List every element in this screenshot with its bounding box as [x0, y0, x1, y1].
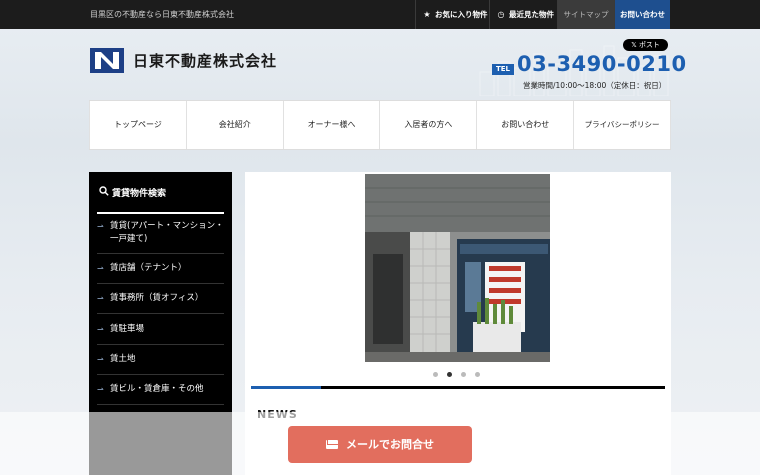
sidebar-item-label: 賃貸(アパート・マンション・一戸建て)	[110, 221, 224, 244]
nav-item-company[interactable]: 会社紹介	[187, 101, 284, 149]
recent-link[interactable]: ◷ 最近見た物件	[489, 0, 557, 29]
carousel-dot[interactable]	[461, 372, 466, 377]
site-tagline: 目黒区の不動産なら日東不動産株式会社	[90, 10, 234, 19]
sidebar-item-label: 賃店舗（テナント）	[110, 263, 187, 273]
nav-item-residents[interactable]: 入居者の方へ	[380, 101, 478, 149]
arrow-icon: ⇀	[97, 294, 104, 303]
top-bar: 目黒区の不動産なら日東不動産株式会社 ★ お気に入り物件 ◷ 最近見た物件 サイトマ…	[0, 0, 760, 29]
tel-label: TEL	[492, 64, 514, 75]
company-logo[interactable]	[90, 48, 124, 73]
sidebar-title: 賃貸物件検索	[99, 186, 166, 199]
sidebar-item-building[interactable]: ⇀ 賃ビル・賃倉庫・その他	[97, 383, 224, 405]
favorites-link[interactable]: ★ お気に入り物件	[415, 0, 489, 29]
mail-button-label: メールでお問合せ	[346, 438, 434, 451]
storefront-photo	[365, 174, 550, 362]
sidebar-item-label: 賃事務所（賃オフィス）	[110, 293, 204, 303]
carousel-dot[interactable]	[433, 372, 438, 377]
sidebar-title-label: 賃貸物件検索	[112, 189, 167, 199]
mail-contact-button[interactable]: メールでお問合せ	[288, 426, 472, 463]
arrow-icon: ⇀	[97, 325, 104, 334]
sidebar-divider	[97, 212, 224, 214]
contact-link[interactable]: お問い合わせ	[614, 0, 670, 29]
nav-item-top[interactable]: トップページ	[89, 101, 187, 149]
business-hours: 営業時間/10:00～18:00（定休日：祝日）	[523, 81, 667, 90]
search-icon	[99, 186, 112, 199]
sidebar-item-label: 賃土地	[110, 354, 136, 364]
arrow-icon: ⇀	[97, 222, 104, 231]
nav-item-owners[interactable]: オーナー様へ	[284, 101, 381, 149]
arrow-icon: ⇀	[97, 355, 104, 364]
sitemap-link[interactable]: サイトマップ	[557, 0, 614, 29]
sidebar-item-parking[interactable]: ⇀ 賃駐車場	[97, 323, 224, 345]
arrow-icon: ⇀	[97, 264, 104, 273]
carousel-dot-active[interactable]	[447, 372, 452, 377]
mail-icon	[326, 439, 339, 449]
arrow-icon: ⇀	[97, 385, 104, 394]
nav-item-contact[interactable]: お問い合わせ	[477, 101, 575, 149]
favorites-label: お気に入り物件	[435, 10, 488, 19]
global-nav: トップページ 会社紹介 オーナー様へ 入居者の方へ お問い合わせ プライバシーポ…	[89, 100, 671, 150]
sidebar-item-land[interactable]: ⇀ 賃土地	[97, 353, 224, 375]
sidebar-item-label: 賃駐車場	[110, 324, 145, 334]
carousel-dot[interactable]	[475, 372, 480, 377]
company-name[interactable]: 日東不動産株式会社	[133, 50, 277, 71]
clock-icon: ◷	[497, 10, 505, 19]
star-icon: ★	[423, 10, 431, 19]
tel-number[interactable]: 03-3490-0210	[517, 52, 687, 76]
recent-label: 最近見た物件	[509, 10, 554, 19]
nav-item-privacy[interactable]: プライバシーポリシー	[574, 101, 671, 149]
sidebar-item-label: 賃ビル・賃倉庫・その他	[110, 384, 204, 394]
sidebar-item-residential[interactable]: ⇀ 賃貸(アパート・マンション・一戸建て)	[97, 220, 224, 254]
sidebar-item-office[interactable]: ⇀ 賃事務所（賃オフィス）	[97, 292, 224, 314]
sidebar-item-store[interactable]: ⇀ 賃店舗（テナント）	[97, 262, 224, 284]
carousel-progress-fill	[251, 386, 322, 389]
carousel-progress-bar	[251, 386, 665, 389]
